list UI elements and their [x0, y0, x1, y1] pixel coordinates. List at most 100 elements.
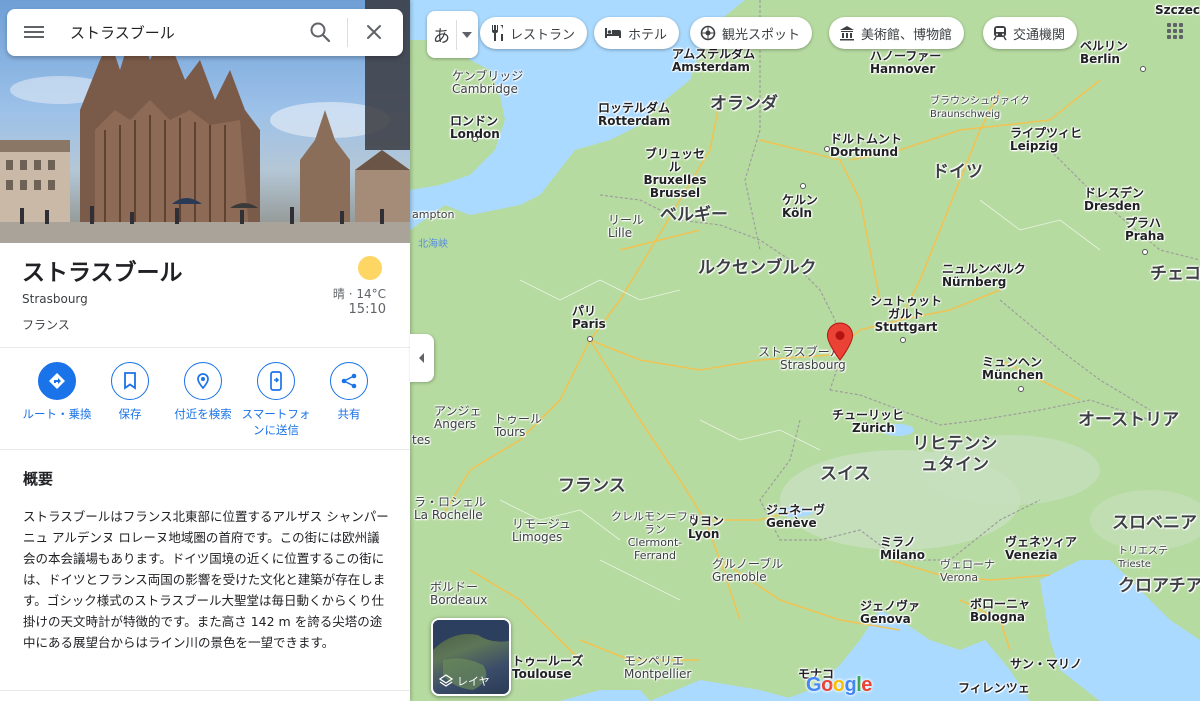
map-country-label: スイス: [820, 464, 871, 484]
map-country-label: ルクセンブルク: [698, 258, 817, 278]
chevron-left-icon: [419, 353, 424, 363]
weather-condition: 晴 · 14°C: [332, 287, 386, 301]
map-country-label: ドイツ: [932, 162, 983, 182]
map-city-label: チューリッヒ Zürich: [832, 408, 905, 435]
map-city-label: リール Lille: [608, 213, 645, 240]
directions-button[interactable]: ルート・乗換: [20, 362, 94, 438]
map-city-label: リモージュ Limoges: [512, 517, 571, 544]
send-to-phone-button[interactable]: スマートフォンに送信: [239, 362, 313, 438]
map-city-label: ブラウンシュヴァイク Braunschweig: [930, 96, 1030, 120]
divider: [456, 19, 457, 50]
map-country-label: スロベニア: [1112, 513, 1197, 533]
map-city-label: ボルドー Bordeaux: [430, 580, 488, 607]
map-city-label: ヴェローナ Verona: [940, 558, 995, 584]
nearby-button[interactable]: 付近を検索: [166, 362, 240, 438]
hotel-icon: [605, 28, 621, 38]
layers-button[interactable]: レイヤ: [431, 618, 511, 696]
map-city-label: アンジェ Angers: [434, 404, 482, 431]
sun-icon: [358, 256, 382, 280]
weather-widget: 晴 · 14°C 15:10: [333, 256, 386, 318]
map-city-label: ampton: [412, 208, 455, 221]
share-icon: [341, 373, 357, 389]
map-city-dot: [1018, 386, 1024, 392]
map-city-dot: [1142, 249, 1148, 255]
map-city-label: シュトゥットガルト Stuttgart: [869, 294, 942, 334]
map-country-label: リヒテンシュタイン: [912, 434, 998, 475]
action-label: 保存: [118, 407, 142, 421]
chip-label: 観光スポット: [722, 27, 801, 43]
input-tools-glyph: あ: [433, 27, 450, 47]
search-icon[interactable]: [309, 21, 331, 43]
map-city-label: アムステルダム Amsterdam: [672, 47, 756, 74]
map-city-label: サン・マリノ: [1010, 657, 1083, 671]
place-title: ストラスブール: [22, 260, 183, 286]
map-city-label: ロッテルダム Rotterdam: [598, 101, 671, 128]
layers-icon: [439, 674, 453, 687]
apps-grid-icon[interactable]: [1166, 22, 1184, 40]
map-city-label: ドレスデン Dresden: [1084, 186, 1145, 213]
chip-label: 美術館、博物館: [861, 27, 953, 43]
save-button[interactable]: 保存: [93, 362, 167, 438]
send-to-phone-icon: [270, 371, 282, 391]
google-logo: Google: [806, 674, 872, 696]
directions-icon: [49, 373, 65, 389]
map-city-label: Szczec: [1155, 3, 1200, 17]
map-city-label: ミュンヘン München: [982, 355, 1044, 382]
menu-icon[interactable]: [24, 23, 44, 41]
map-city-label: ミラノ Milano: [880, 535, 926, 562]
map-city-dot: [587, 336, 593, 342]
museum-icon: [840, 26, 854, 41]
chip-label: レストラン: [510, 27, 576, 43]
map-city-label: トリエステ Trieste: [1118, 546, 1168, 570]
search-box: [7, 9, 403, 56]
map-city-label: ボローニャ Bologna: [970, 597, 1031, 624]
map-city-label: ラ・ロシェル La Rochelle: [414, 495, 487, 522]
search-input[interactable]: [70, 20, 290, 44]
place-panel: ストラスブール Strasbourg フランス 晴 · 14°C 15:10 ル…: [0, 0, 410, 701]
chip-restaurants[interactable]: レストラン: [480, 17, 588, 49]
map-city-label: グルノーブル Grenoble: [712, 557, 784, 584]
map-city-dot: [472, 136, 478, 142]
map-country-label: クロアチア: [1118, 576, 1200, 596]
map-country-label: ベルギー: [660, 205, 728, 225]
map-city-label: ベルリン Berlin: [1080, 39, 1129, 66]
map-city-dot: [1140, 66, 1146, 72]
map-city-label: ジェノヴァ Genova: [860, 599, 921, 626]
input-tools-button[interactable]: あ: [427, 11, 478, 58]
bookmark-icon: [124, 372, 136, 390]
map-sea-label: 北海峡: [418, 239, 448, 250]
chip-hotels[interactable]: ホテル: [594, 17, 680, 49]
map-city-dot: [800, 183, 806, 189]
action-label: 共有: [337, 407, 361, 421]
chevron-down-icon: [462, 31, 472, 38]
place-subtitle: Strasbourg: [22, 292, 88, 306]
collapse-panel-button[interactable]: [410, 334, 434, 382]
nearby-icon: [197, 373, 209, 390]
chip-museums[interactable]: 美術館、博物館: [829, 17, 965, 49]
action-row: ルート・乗換 保存 付近を検索 スマートフォンに送信 共有: [0, 362, 410, 438]
map-city-label: ケンブリッジ Cambridge: [452, 69, 524, 96]
map-city-label: プラハ Praha: [1125, 216, 1165, 243]
transit-icon: [993, 26, 1007, 41]
share-button[interactable]: 共有: [312, 362, 386, 438]
place-hero-photo[interactable]: [0, 0, 410, 243]
map-pin-icon[interactable]: [826, 322, 854, 362]
map-city-label: ライプツィヒ Leipzig: [1010, 126, 1083, 153]
map-city-label: フィレンツェ: [958, 681, 1030, 695]
chip-label: 交通機関: [1013, 27, 1066, 43]
divider: [0, 690, 410, 691]
map-city-label: トゥールーズ Toulouse: [512, 654, 584, 681]
close-icon[interactable]: [363, 21, 385, 43]
chip-transit[interactable]: 交通機関: [983, 17, 1078, 49]
map-city-dot: [824, 146, 830, 152]
map-city-label: モンペリエ Montpellier: [624, 654, 692, 681]
map-city-label: トゥール Tours: [494, 412, 543, 439]
action-label: ルート・乗換: [22, 407, 92, 421]
map-city-dot: [690, 518, 696, 524]
map-city-label: ドルトムント Dortmund: [830, 132, 903, 159]
map-city-label: tes: [412, 433, 431, 447]
map-city-label: ブリュッセル Bruxelles Brussel: [643, 147, 707, 200]
action-label: スマートフォンに送信: [241, 407, 311, 437]
map-city-label: ケルン Köln: [782, 193, 818, 220]
chip-attractions[interactable]: 観光スポット: [690, 17, 813, 49]
